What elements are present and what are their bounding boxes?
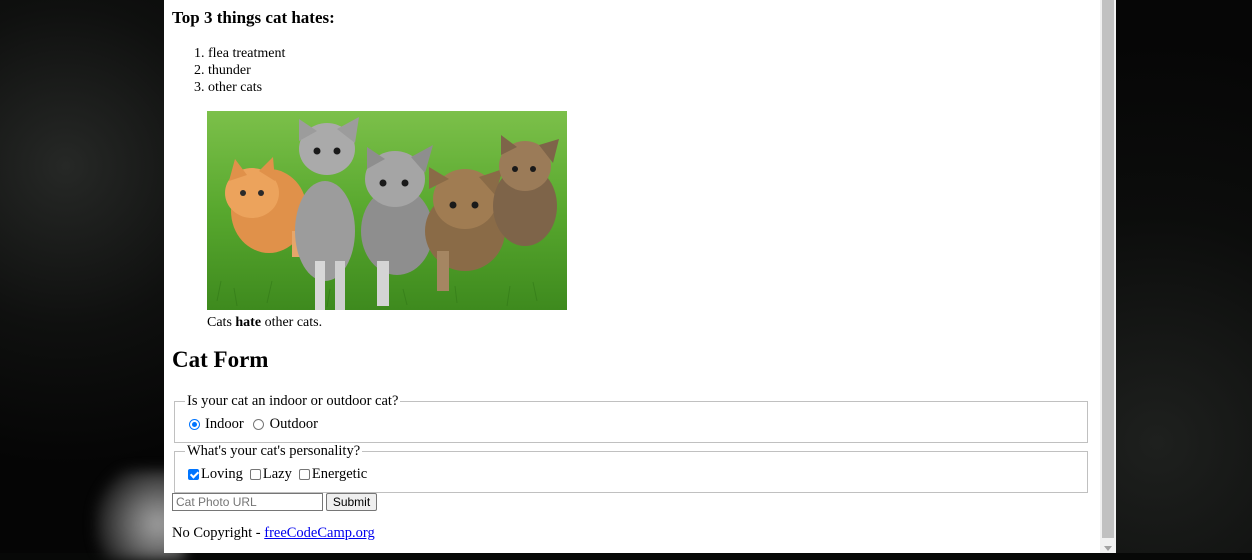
energetic-label: Energetic [311,466,368,482]
indoor-label: Indoor [205,416,244,432]
hates-list: flea treatment thunder other cats [172,45,285,96]
loving-checkbox[interactable] [188,469,199,480]
photo-caption: Cats hate other cats. [207,315,323,330]
background-cat-photo-left [0,0,185,560]
hates-heading: Top 3 things cat hates: [172,8,335,27]
cat-photo-url-input[interactable] [172,493,323,511]
kittens-photo [207,111,567,310]
scrollbar-thumb[interactable] [1102,0,1114,538]
list-item: flea treatment [208,45,285,62]
list-item: other cats [208,79,285,96]
footer: No Copyright - freeCodeCamp.org [172,525,375,541]
loving-label: Loving [201,466,243,482]
personality-fieldset: What's your cat's personality? Loving La… [174,443,1088,493]
indoor-outdoor-fieldset: Is your cat an indoor or outdoor cat? In… [174,393,1088,443]
list-item: thunder [208,62,285,79]
vertical-scrollbar[interactable] [1100,0,1116,553]
outdoor-radio[interactable] [252,419,264,430]
form-title: Cat Form [172,347,269,372]
background-cat-photo-right [1116,0,1252,553]
lazy-checkbox[interactable] [249,469,261,480]
outdoor-label: Outdoor [269,416,319,432]
submit-button[interactable]: Submit [326,493,377,511]
lazy-label: Lazy [262,466,292,482]
scroll-down-arrow-icon[interactable] [1104,546,1112,551]
freecodecamp-link[interactable]: freeCodeCamp.org [264,525,374,541]
indoor-radio[interactable] [189,419,200,430]
page-main: Top 3 things cat hates: flea treatment t… [164,0,1100,553]
energetic-checkbox[interactable] [298,469,310,480]
personality-legend: What's your cat's personality? [185,443,363,460]
indoor-outdoor-legend: Is your cat an indoor or outdoor cat? [185,393,401,410]
